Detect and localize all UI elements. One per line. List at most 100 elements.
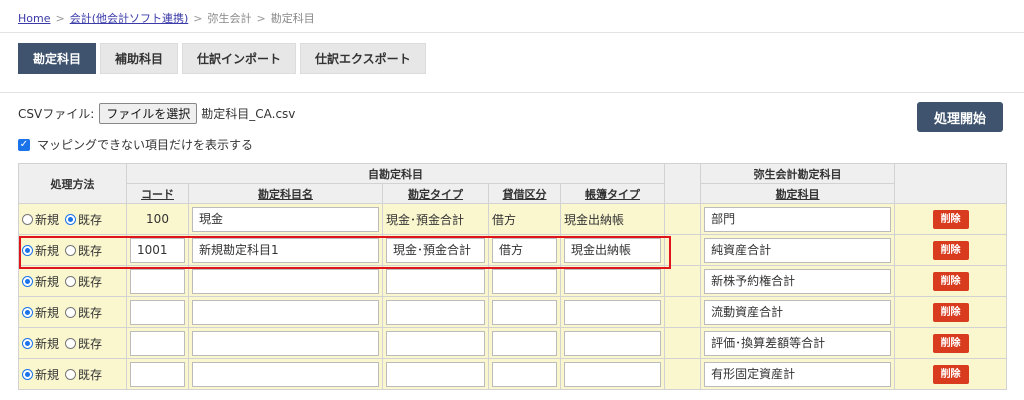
radio-existing-label: 既存 <box>78 305 103 320</box>
radio-existing[interactable] <box>65 306 77 318</box>
radio-new[interactable] <box>22 244 33 256</box>
radio-new-label: 新規 <box>35 243 60 258</box>
book-type-select[interactable]: 現金出納帳 <box>564 237 662 263</box>
yayoi-account-input[interactable]: 部門 <box>704 206 892 232</box>
delete-cell: 削除 <box>894 358 1008 390</box>
breadcrumb-separator: > <box>55 12 65 25</box>
radio-existing-label: 既存 <box>78 274 103 289</box>
spacer-header <box>664 163 702 204</box>
radio-new[interactable] <box>22 368 33 380</box>
code-input[interactable] <box>130 361 185 387</box>
yayoi-account-input[interactable]: 流動資産合計 <box>704 299 892 325</box>
delete-button[interactable]: 削除 <box>932 209 969 229</box>
radio-existing-label: 既存 <box>78 243 103 258</box>
radio-existing[interactable] <box>65 244 77 256</box>
yayoi-account-input[interactable]: 評価･換算差額等合計 <box>704 330 892 356</box>
debit-credit-select[interactable]: 借方 <box>492 237 557 263</box>
yayoi-account-input[interactable]: 有形固定資産計 <box>704 361 892 387</box>
radio-new-label: 新規 <box>35 367 60 382</box>
start-processing-button[interactable]: 処理開始 <box>917 102 1003 132</box>
breadcrumb-accounting-link[interactable]: 会計(他会計ソフト連携) <box>70 12 189 25</box>
account-type-select[interactable] <box>386 330 485 356</box>
delete-button[interactable]: 削除 <box>932 302 969 322</box>
radio-new[interactable] <box>22 275 33 287</box>
radio-existing[interactable] <box>65 213 77 225</box>
account-type-cell: 現金･預金合計 <box>382 203 489 235</box>
book-type-select[interactable] <box>564 330 662 356</box>
debit-credit-select[interactable] <box>492 299 557 325</box>
book-type-cell <box>559 296 666 328</box>
book-type-cell <box>559 265 666 297</box>
account-name-input[interactable] <box>192 330 379 356</box>
code-input[interactable] <box>130 299 185 325</box>
radio-existing[interactable] <box>65 368 77 380</box>
book-type-select[interactable] <box>564 299 662 325</box>
debit-credit-select[interactable] <box>492 361 557 387</box>
account-name-cell <box>188 265 383 297</box>
spacer-cell <box>664 234 702 266</box>
yayoi-account-cell: 部門 <box>700 203 896 235</box>
tab-bar: 勘定科目 補助科目 仕訳インポート 仕訳エクスポート <box>18 43 426 74</box>
book-type-select[interactable] <box>564 361 662 387</box>
debit-credit-select[interactable] <box>492 268 557 294</box>
yayoi-account-input[interactable]: 新株予約権合計 <box>704 268 892 294</box>
breadcrumb-home-link[interactable]: Home <box>18 12 50 25</box>
account-name-cell: 新規勘定科目1 <box>188 234 383 266</box>
method-cell: 新規 既存 <box>18 358 127 390</box>
yayoi-account-input[interactable]: 純資産合計 <box>704 237 892 263</box>
account-type-select[interactable] <box>386 268 485 294</box>
column-header-account-type[interactable]: 勘定タイプ <box>382 183 489 204</box>
column-header-debit-credit[interactable]: 貸借区分 <box>488 183 561 204</box>
account-type-select[interactable]: 現金･預金合計 <box>386 237 485 263</box>
delete-button[interactable]: 削除 <box>932 271 969 291</box>
radio-new[interactable] <box>22 306 33 318</box>
tab-journal-import[interactable]: 仕訳インポート <box>182 43 297 74</box>
code-cell: 1001 <box>126 234 189 266</box>
book-type-cell: 現金出納帳 <box>559 203 666 235</box>
csv-file-label: CSVファイル: <box>18 107 95 121</box>
delete-button[interactable]: 削除 <box>932 333 969 353</box>
account-name-input[interactable]: 新規勘定科目1 <box>192 237 379 263</box>
yayoi-account-cell: 純資産合計 <box>700 234 896 266</box>
column-header-code[interactable]: コード <box>126 183 189 204</box>
column-header-account-name[interactable]: 勘定科目名 <box>188 183 383 204</box>
mapping-filter-checkbox[interactable]: ✓ <box>18 138 30 151</box>
account-type-select[interactable] <box>386 361 485 387</box>
tab-account-items[interactable]: 勘定科目 <box>18 43 97 74</box>
delete-cell: 削除 <box>894 327 1008 359</box>
debit-credit-cell <box>488 296 561 328</box>
account-name-input[interactable] <box>192 361 379 387</box>
code-input[interactable] <box>130 330 185 356</box>
account-type-cell <box>382 327 489 359</box>
book-type-select[interactable] <box>564 268 662 294</box>
tab-sub-account-items[interactable]: 補助科目 <box>100 43 179 74</box>
account-name-input[interactable]: 現金 <box>192 206 379 232</box>
column-header-yayoi-account[interactable]: 勘定科目 <box>700 183 896 204</box>
column-header-book-type[interactable]: 帳簿タイプ <box>559 183 666 204</box>
account-name-input[interactable] <box>192 299 379 325</box>
group-header-own-accounts: 自勘定科目 <box>125 163 666 184</box>
code-cell <box>126 358 189 390</box>
radio-existing[interactable] <box>65 275 77 287</box>
delete-cell: 削除 <box>894 265 1008 297</box>
radio-new[interactable] <box>22 213 33 225</box>
yayoi-account-cell: 新株予約権合計 <box>700 265 896 297</box>
code-input[interactable]: 1001 <box>130 237 185 263</box>
tab-journal-export[interactable]: 仕訳エクスポート <box>300 43 426 74</box>
code-input[interactable] <box>130 268 185 294</box>
debit-credit-select[interactable] <box>492 330 557 356</box>
code-cell <box>126 327 189 359</box>
radio-new-label: 新規 <box>35 212 60 227</box>
account-type-select[interactable] <box>386 299 485 325</box>
account-name-input[interactable] <box>192 268 379 294</box>
table-row: 新規 既存 評価･換算差額等合計 削除 <box>18 327 1008 359</box>
spacer-cell <box>664 265 702 297</box>
radio-existing-label: 既存 <box>78 336 103 351</box>
debit-credit-cell: 借方 <box>488 203 561 235</box>
delete-button[interactable]: 削除 <box>932 364 969 384</box>
delete-button[interactable]: 削除 <box>932 240 969 260</box>
choose-file-button[interactable]: ファイルを選択 <box>99 103 198 124</box>
radio-new[interactable] <box>22 337 33 349</box>
radio-existing[interactable] <box>65 337 77 349</box>
yayoi-account-cell: 有形固定資産計 <box>700 358 896 390</box>
